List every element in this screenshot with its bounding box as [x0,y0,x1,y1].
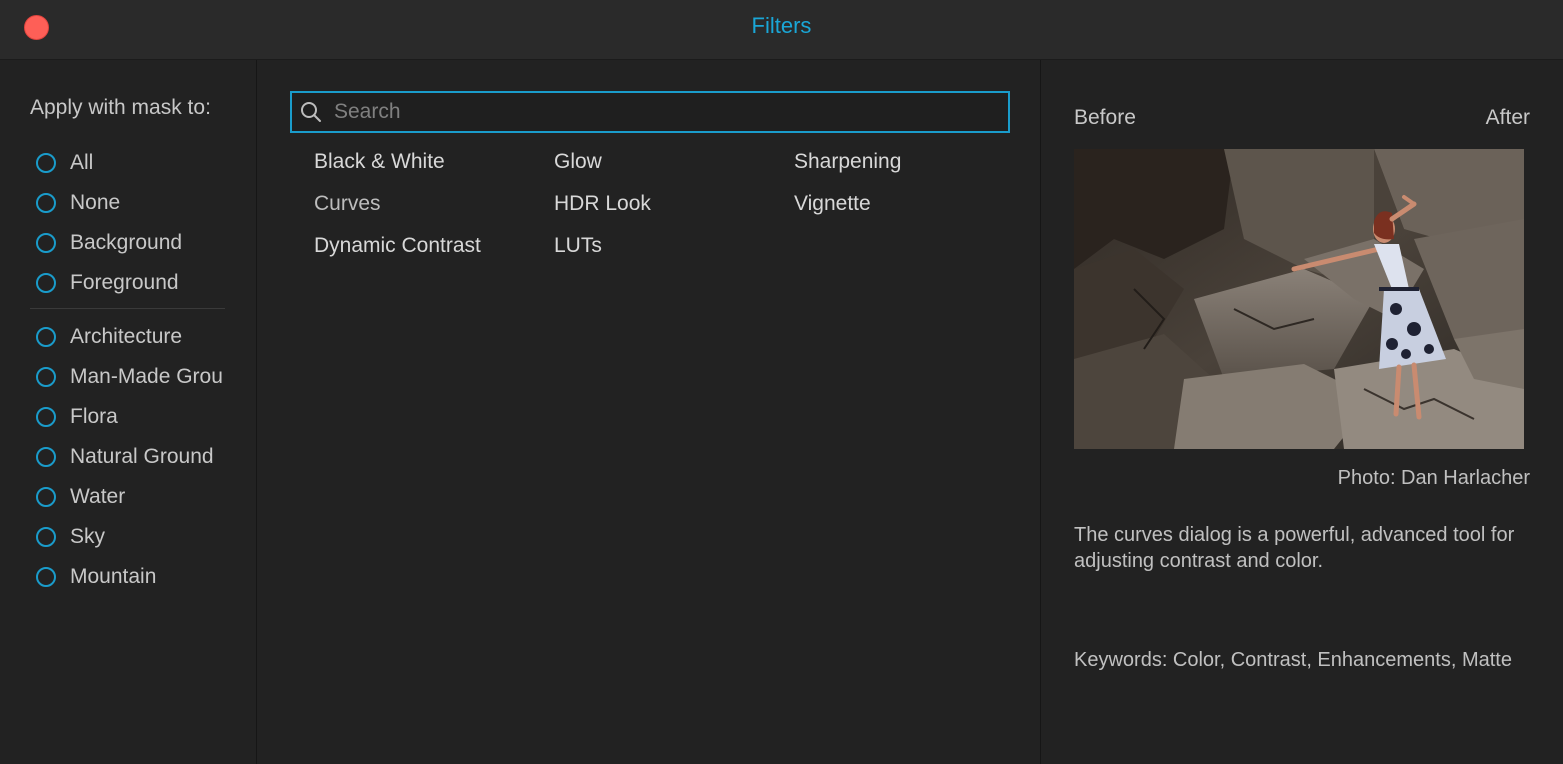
radio-button[interactable] [36,487,56,507]
mask-divider [30,308,225,309]
before-label: Before [1074,106,1136,129]
radio-button[interactable] [36,153,56,173]
mask-group-basic: All None Background Foreground [36,143,236,303]
filter-keywords: Keywords: Color, Contrast, Enhancements,… [1074,649,1512,671]
filter-description: The curves dialog is a powerful, advance… [1074,524,1515,572]
radio-button[interactable] [36,367,56,387]
mask-option-label: All [70,151,94,174]
mask-option-none[interactable]: None [36,183,236,223]
mask-option-mountain[interactable]: Mountain [36,557,236,597]
search-input[interactable] [332,99,996,125]
mask-option-label: Architecture [70,325,183,348]
mask-option-label: Foreground [70,271,179,294]
mask-option-background[interactable]: Background [36,223,236,263]
mask-option-label: Man-Made Grou [70,365,223,388]
radio-button[interactable] [36,327,56,347]
mask-option-foreground[interactable]: Foreground [36,263,236,303]
filter-vignette[interactable]: Vignette [794,186,1034,228]
filter-column: Black & White Curves Dynamic Contrast [314,144,554,270]
after-label: After [1485,106,1530,129]
filter-column: Glow HDR Look LUTs [554,144,794,270]
window-title: Filters [751,13,812,38]
filter-list-panel: Black & White Curves Dynamic Contrast Gl… [257,60,1041,764]
mask-option-man-made-ground[interactable]: Man-Made Grou [36,357,236,397]
search-icon [301,102,321,122]
search-box[interactable] [290,91,1010,133]
filter-black-and-white[interactable]: Black & White [314,144,554,186]
mask-option-label: Flora [70,405,118,428]
mask-option-water[interactable]: Water [36,477,236,517]
filter-curves[interactable]: Curves [314,186,554,228]
mask-option-architecture[interactable]: Architecture [36,317,236,357]
mask-option-sky[interactable]: Sky [36,517,236,557]
radio-button[interactable] [36,567,56,587]
photo-credit: Photo: Dan Harlacher [1337,467,1530,489]
filter-glow[interactable]: Glow [554,144,794,186]
radio-button[interactable] [36,447,56,467]
radio-button[interactable] [36,407,56,427]
mask-option-label: Water [70,485,126,508]
mask-option-label: Background [70,231,183,254]
filter-sharpening[interactable]: Sharpening [794,144,1034,186]
radio-button[interactable] [36,527,56,547]
mask-option-label: Mountain [70,565,157,588]
preview-panel: Before After Photo: Dan Harlacher The cu… [1041,60,1563,764]
preview-photo [1074,149,1524,449]
mask-option-flora[interactable]: Flora [36,397,236,437]
mask-option-label: Sky [70,525,106,548]
mask-option-label: Natural Ground [70,445,214,468]
mask-panel: Apply with mask to: All None Background … [0,60,257,764]
radio-button[interactable] [36,273,56,293]
filter-column: Sharpening Vignette [794,144,1034,228]
mask-option-all[interactable]: All [36,143,236,183]
mask-heading: Apply with mask to: [30,96,211,119]
preview-image [1074,149,1524,449]
mask-option-label: None [70,191,121,214]
filters-window: Filters Apply with mask to: All None Bac… [0,0,1563,764]
mask-group-ai: Architecture Man-Made Grou Flora Natural… [36,317,236,597]
radio-button[interactable] [36,193,56,213]
filter-hdr-look[interactable]: HDR Look [554,186,794,228]
filter-luts[interactable]: LUTs [554,228,794,270]
radio-button[interactable] [36,233,56,253]
title-bar: Filters [0,0,1563,60]
mask-option-natural-ground[interactable]: Natural Ground [36,437,236,477]
filter-dynamic-contrast[interactable]: Dynamic Contrast [314,228,554,270]
